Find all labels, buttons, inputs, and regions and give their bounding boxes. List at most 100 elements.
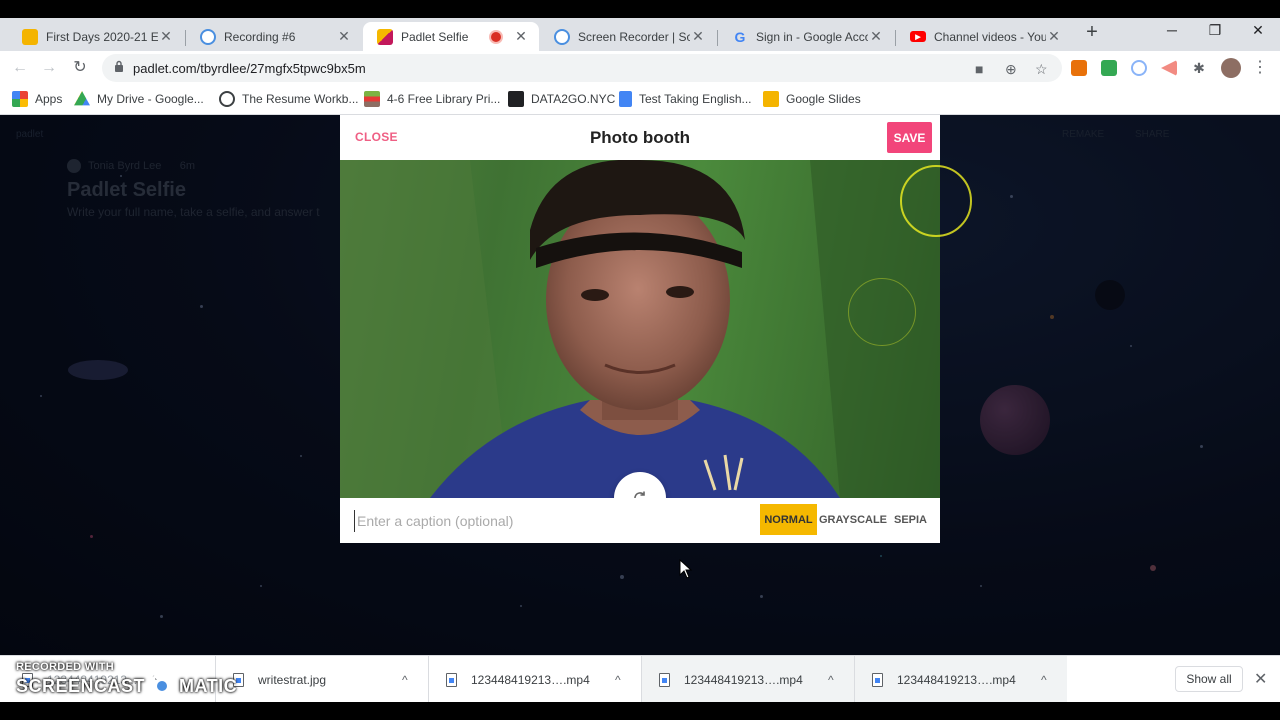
caption-input[interactable]	[354, 510, 734, 532]
tab-title: Recording #6	[224, 29, 296, 44]
bookmark-data2go[interactable]: DATA2GO.NYC	[508, 90, 615, 108]
recording-indicator-icon	[491, 31, 501, 42]
bookmark-label: The Resume Workb...	[242, 92, 359, 106]
dialog-title: Photo booth	[589, 128, 691, 147]
tab-title: Screen Recorder | Scree	[578, 29, 690, 44]
youtube-icon: ▶	[910, 31, 926, 42]
close-tab-icon[interactable]: ✕	[513, 28, 529, 45]
screencast-icon	[554, 28, 570, 45]
google-icon: G	[734, 28, 746, 45]
close-icon[interactable]: ✕	[1254, 669, 1267, 689]
dialog-header: CLOSE Photo booth SAVE	[340, 115, 940, 160]
camera-icon[interactable]: ■	[975, 61, 983, 77]
chevron-up-icon[interactable]: ^	[828, 673, 834, 687]
screencast-logo-icon	[149, 673, 176, 699]
minimize-button[interactable]: ─	[1157, 22, 1187, 38]
announce-extension-icon[interactable]	[1071, 60, 1087, 76]
bookmark-label: Google Slides	[786, 92, 861, 106]
bookmark-star-icon[interactable]: ☆	[1035, 61, 1048, 78]
close-tab-icon[interactable]: ✕	[868, 28, 884, 45]
data2go-icon	[508, 91, 524, 107]
watermark-line2: SCREENCAST MATIC	[16, 673, 237, 699]
file-icon	[446, 672, 457, 687]
tab-recording[interactable]: Recording #6 ✕	[186, 22, 362, 51]
url-text: padlet.com/tbyrdlee/27mgfx5tpwc9bx5m	[133, 61, 366, 76]
tab-google-sign-in[interactable]: G Sign in - Google Accou ✕	[718, 22, 894, 51]
filter-sepia[interactable]: SEPIA	[889, 504, 932, 535]
bookmark-apps[interactable]: Apps	[12, 90, 62, 108]
photo-booth-dialog: CLOSE Photo booth SAVE Enter a caption (…	[340, 115, 940, 543]
chevron-up-icon[interactable]: ^	[1041, 673, 1047, 687]
toolbar: ← → ↻ padlet.com/tbyrdlee/27mgfx5tpwc9bx…	[0, 51, 1280, 84]
tab-title: First Days 2020-21 ELA	[46, 29, 158, 44]
bookmark-test-taking[interactable]: Test Taking English...	[619, 90, 752, 108]
close-window-button[interactable]: ✕	[1243, 22, 1273, 39]
padlet-icon	[377, 28, 393, 45]
chevron-up-icon[interactable]: ^	[402, 673, 408, 687]
tab-first-days[interactable]: First Days 2020-21 ELA ✕	[8, 22, 184, 51]
bookmark-google-slides[interactable]: Google Slides	[763, 90, 861, 108]
file-icon	[872, 672, 883, 687]
globe-icon	[219, 91, 235, 107]
download-filename: writestrat.jpg	[258, 672, 327, 687]
back-arrow-icon[interactable]: ←	[11, 59, 29, 77]
close-tab-icon[interactable]: ✕	[336, 28, 352, 45]
screencast-extension-icon[interactable]	[1131, 60, 1147, 76]
extension-icon[interactable]	[1101, 60, 1117, 76]
filter-normal[interactable]: NORMAL	[760, 504, 817, 535]
mouse-cursor-icon	[679, 559, 693, 579]
download-item[interactable]: 123448419213….mp4 ^	[446, 656, 636, 703]
bookmarks-bar: Apps My Drive - Google... The Resume Wor…	[0, 84, 1280, 115]
close-tab-icon[interactable]: ✕	[1046, 28, 1062, 45]
address-bar[interactable]: padlet.com/tbyrdlee/27mgfx5tpwc9bx5m ■ ⊕…	[102, 54, 1062, 82]
download-filename: 123448419213….mp4	[684, 672, 803, 687]
bookmark-label: DATA2GO.NYC	[531, 92, 616, 106]
profile-avatar[interactable]	[1221, 58, 1241, 78]
puzzle-extensions-icon[interactable]: ✱	[1191, 60, 1207, 76]
tab-screen-recorder[interactable]: Screen Recorder | Scree ✕	[540, 22, 716, 51]
book-stack-icon	[364, 91, 380, 107]
tab-title: Sign in - Google Accou	[756, 29, 868, 44]
reload-icon[interactable]: ↻	[71, 59, 89, 77]
tab-title: Padlet Selfie	[401, 29, 469, 44]
google-docs-icon	[619, 91, 632, 107]
dialog-footer: NORMAL GRAYSCALE SEPIA	[340, 498, 940, 543]
bookmark-free-library[interactable]: 4-6 Free Library Pri...	[364, 90, 500, 108]
tab-youtube[interactable]: ▶ Channel videos - YouTu ✕	[896, 22, 1072, 51]
filter-grayscale[interactable]: GRAYSCALE	[819, 504, 887, 535]
file-icon	[659, 672, 670, 687]
tab-padlet-selfie[interactable]: Padlet Selfie ✕	[363, 22, 539, 51]
bookmark-label: Test Taking English...	[639, 92, 752, 106]
tab-title: Channel videos - YouTu	[934, 29, 1046, 44]
download-item[interactable]: 123448419213….mp4 ^	[642, 656, 854, 703]
download-filename: 123448419213….mp4	[471, 672, 590, 687]
chevron-up-icon[interactable]: ^	[615, 673, 621, 687]
click-highlight-ring	[848, 278, 916, 346]
google-slides-icon	[22, 28, 38, 45]
save-button[interactable]: SAVE	[887, 122, 932, 153]
forward-arrow-icon[interactable]: →	[40, 59, 58, 77]
extension-icon[interactable]	[1161, 60, 1177, 76]
screencast-watermark: RECORDED WITH SCREENCAST MATIC	[16, 661, 237, 699]
screencast-icon	[200, 28, 216, 45]
bookmark-label: My Drive - Google...	[97, 92, 204, 106]
download-item[interactable]: writestrat.jpg ^	[233, 656, 423, 703]
new-tab-button[interactable]: +	[1082, 22, 1102, 42]
camera-preview	[340, 160, 940, 498]
zoom-icon[interactable]: ⊕	[1005, 61, 1017, 78]
bookmark-resume-workbook[interactable]: The Resume Workb...	[219, 90, 358, 108]
lock-icon	[115, 60, 123, 72]
apps-grid-icon	[12, 91, 28, 107]
show-all-button[interactable]: Show all	[1175, 666, 1243, 692]
bookmark-label: 4-6 Free Library Pri...	[387, 92, 501, 106]
download-item[interactable]: 123448419213….mp4 ^	[855, 656, 1067, 703]
close-tab-icon[interactable]: ✕	[158, 28, 174, 45]
letterbox-top	[0, 0, 1280, 18]
restore-button[interactable]: ❐	[1200, 22, 1230, 39]
menu-kebab-icon[interactable]: ⋮	[1251, 59, 1269, 77]
close-tab-icon[interactable]: ✕	[690, 28, 706, 45]
download-filename: 123448419213….mp4	[897, 672, 1016, 687]
bookmark-my-drive[interactable]: My Drive - Google...	[74, 90, 204, 108]
click-highlight-ring	[900, 165, 972, 237]
google-drive-icon	[74, 91, 90, 106]
